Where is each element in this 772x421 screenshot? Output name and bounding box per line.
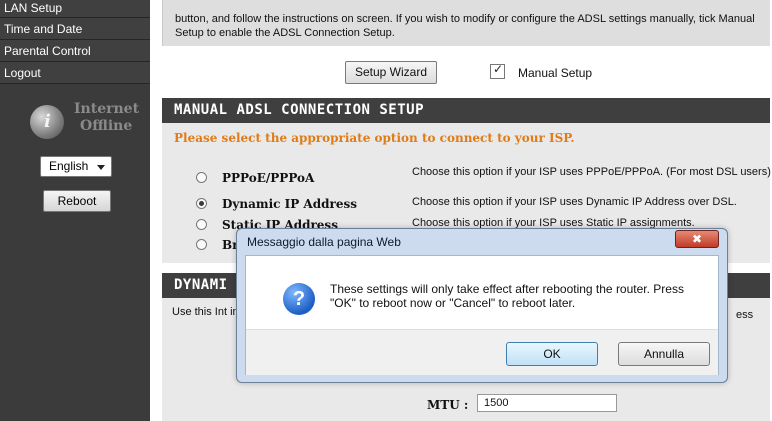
reboot-dialog: Messaggio dalla pagina Web ✖ ? These set… <box>236 228 728 383</box>
status-line-1: Internet <box>74 101 140 117</box>
bridge-radio[interactable] <box>196 239 207 250</box>
sidebar-item-lan-setup[interactable]: LAN Setup <box>0 0 150 18</box>
option-row: PPPoE/PPPoA Choose this option if your I… <box>162 165 771 189</box>
intro-box: button, and follow the instructions on s… <box>162 0 770 46</box>
dialog-title: Messaggio dalla pagina Web <box>247 235 401 249</box>
setup-wizard-button[interactable]: Setup Wizard <box>345 61 437 84</box>
dialog-footer: OK Annulla <box>246 329 718 375</box>
manual-setup-label: Manual Setup <box>518 66 593 80</box>
router-page: LAN Setup Time and Date Parental Control… <box>0 0 772 421</box>
close-icon[interactable]: ✖ <box>675 230 719 248</box>
dialog-message: These settings will only take effect aft… <box>330 282 684 310</box>
question-icon: ? <box>283 283 315 315</box>
dynamic-ip-radio[interactable] <box>196 198 207 209</box>
sidebar-item-logout[interactable]: Logout <box>0 62 150 84</box>
mtu-row: MTU : 1500 <box>162 392 770 418</box>
reboot-button[interactable]: Reboot <box>43 190 111 212</box>
language-select[interactable]: English <box>40 156 112 177</box>
internet-status: i Internet Offline <box>30 101 148 141</box>
chevron-down-icon <box>97 165 105 170</box>
isp-prompt: Please select the appropriate option to … <box>174 131 575 145</box>
globe-icon: i <box>30 105 64 139</box>
sidebar-item-time-and-date[interactable]: Time and Date <box>0 18 150 40</box>
status-line-2: Offline <box>80 118 133 134</box>
option-desc: Choose this option if your ISP uses Dyna… <box>412 196 737 208</box>
option-label: Dynamic IP Address <box>222 197 357 211</box>
intro-text: button, and follow the instructions on s… <box>175 13 755 39</box>
option-desc: Choose this option if your ISP uses PPPo… <box>412 166 771 178</box>
cancel-button[interactable]: Annulla <box>618 342 710 366</box>
dynamic-desc-right: ess <box>736 309 754 321</box>
mtu-input[interactable]: 1500 <box>477 394 617 412</box>
manual-setup-checkbox[interactable] <box>490 62 505 79</box>
sidebar: LAN Setup Time and Date Parental Control… <box>0 0 150 421</box>
ok-button[interactable]: OK <box>506 342 598 366</box>
pppoe-radio[interactable] <box>196 172 207 183</box>
sidebar-item-parental-control[interactable]: Parental Control <box>0 40 150 62</box>
mtu-label: MTU : <box>427 398 469 412</box>
manual-section-header: MANUAL ADSL CONNECTION SETUP <box>162 98 770 123</box>
language-value: English <box>49 159 89 173</box>
dialog-body: ? These settings will only take effect a… <box>245 255 719 375</box>
static-ip-radio[interactable] <box>196 219 207 230</box>
option-label: PPPoE/PPPoA <box>222 171 315 185</box>
